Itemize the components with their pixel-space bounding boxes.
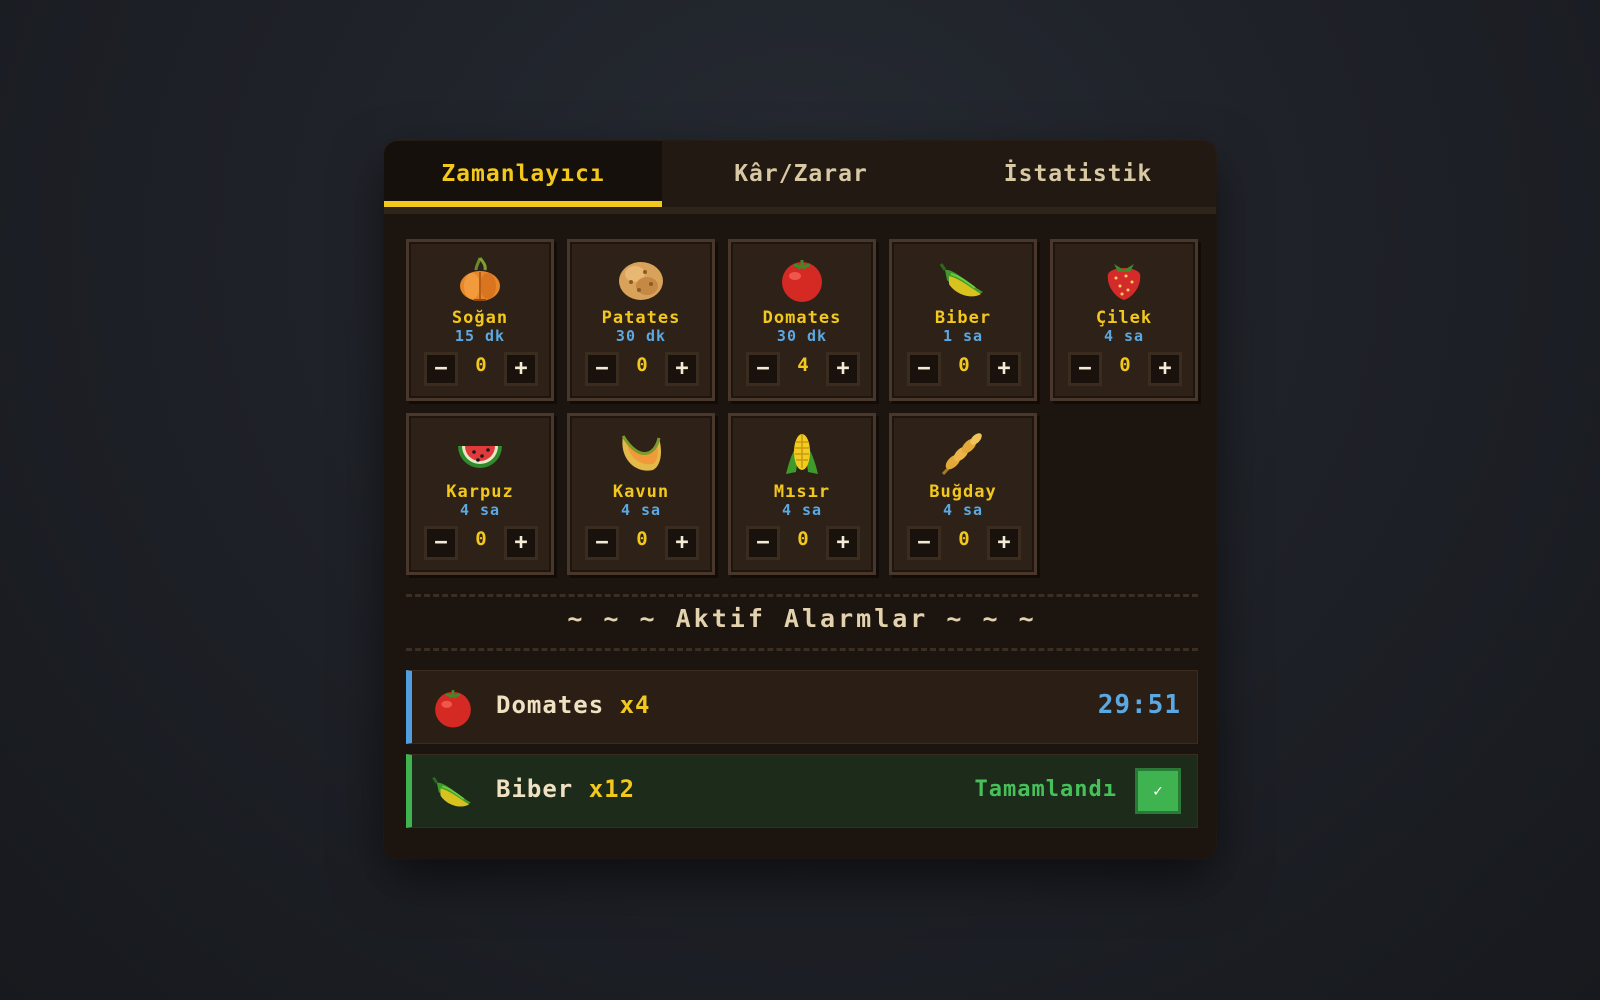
pepper-icon bbox=[935, 254, 991, 304]
crop-name: Mısır bbox=[773, 482, 831, 502]
crop-card-sogan: Soğan 15 dk − 0 + bbox=[406, 239, 554, 401]
crop-timer-panel: Zamanlayıcı Kâr/Zarar İstatistik Soğan 1… bbox=[384, 141, 1216, 859]
onion-icon bbox=[452, 254, 508, 304]
crop-duration: 4 sa bbox=[942, 501, 984, 519]
crop-duration: 30 dk bbox=[776, 327, 828, 345]
alarm-label: Biber x12 bbox=[496, 775, 635, 803]
decrement-button[interactable]: − bbox=[907, 352, 941, 386]
crop-stepper: − 0 + bbox=[1068, 352, 1183, 390]
increment-button[interactable]: + bbox=[504, 352, 538, 386]
crop-duration: 4 sa bbox=[620, 501, 662, 519]
crop-duration: 4 sa bbox=[459, 501, 501, 519]
crop-duration: 15 dk bbox=[454, 327, 506, 345]
crop-card-karpuz: Karpuz 4 sa − 0 + bbox=[406, 413, 554, 575]
crop-duration: 30 dk bbox=[615, 327, 667, 345]
crop-name: Domates bbox=[762, 308, 842, 328]
crop-card-misir: Mısır 4 sa − 0 + bbox=[728, 413, 876, 575]
decrement-button[interactable]: − bbox=[1068, 352, 1102, 386]
crop-duration: 4 sa bbox=[1103, 327, 1145, 345]
crop-count: 0 bbox=[475, 354, 487, 376]
crop-card-kavun: Kavun 4 sa − 0 + bbox=[567, 413, 715, 575]
crop-card-bugday: Buğday 4 sa − 0 + bbox=[889, 413, 1037, 575]
crop-duration: 4 sa bbox=[781, 501, 823, 519]
melon-icon bbox=[613, 428, 669, 478]
crop-count: 4 bbox=[797, 354, 809, 376]
decrement-button[interactable]: − bbox=[424, 352, 458, 386]
alarm-row-completed: Biber x12 Tamamlandı ✓ bbox=[406, 754, 1198, 828]
decrement-button[interactable]: − bbox=[907, 526, 941, 560]
crop-card-cilek: Çilek 4 sa − 0 + bbox=[1050, 239, 1198, 401]
tomato-icon bbox=[428, 683, 478, 731]
crop-count: 0 bbox=[797, 528, 809, 550]
crop-count: 0 bbox=[1119, 354, 1131, 376]
crop-name: Çilek bbox=[1095, 308, 1153, 328]
crop-count: 0 bbox=[958, 354, 970, 376]
alarm-countdown: 29:51 bbox=[1097, 690, 1181, 720]
increment-button[interactable]: + bbox=[987, 352, 1021, 386]
crop-stepper: − 0 + bbox=[585, 352, 700, 390]
tab-profit-loss[interactable]: Kâr/Zarar bbox=[662, 141, 940, 207]
crop-stepper: − 0 + bbox=[424, 352, 539, 390]
decrement-button[interactable]: − bbox=[585, 352, 619, 386]
active-alarms-title: ~ ~ ~ Aktif Alarmlar ~ ~ ~ bbox=[567, 604, 1037, 633]
crop-stepper: − 0 + bbox=[907, 526, 1022, 564]
pepper-icon bbox=[428, 767, 478, 815]
alarm-label: Domates x4 bbox=[496, 691, 651, 719]
crop-count: 0 bbox=[475, 528, 487, 550]
crop-stepper: − 0 + bbox=[424, 526, 539, 564]
increment-button[interactable]: + bbox=[826, 526, 860, 560]
alarm-quantity: x12 bbox=[588, 775, 636, 803]
decrement-button[interactable]: − bbox=[585, 526, 619, 560]
watermelon-icon bbox=[452, 428, 508, 478]
crop-card-biber: Biber 1 sa − 0 + bbox=[889, 239, 1037, 401]
tab-timer[interactable]: Zamanlayıcı bbox=[384, 141, 662, 207]
crop-stepper: − 0 + bbox=[907, 352, 1022, 390]
increment-button[interactable]: + bbox=[1148, 352, 1182, 386]
decrement-button[interactable]: − bbox=[746, 526, 780, 560]
crop-stepper: − 4 + bbox=[746, 352, 861, 390]
alarm-crop-name: Biber bbox=[496, 775, 574, 803]
crop-name: Biber bbox=[934, 308, 992, 328]
decrement-button[interactable]: − bbox=[746, 352, 780, 386]
crop-stepper: − 0 + bbox=[585, 526, 700, 564]
crop-card-patates: Patates 30 dk − 0 + bbox=[567, 239, 715, 401]
alarm-status: Tamamlandı bbox=[974, 777, 1117, 802]
crop-count: 0 bbox=[636, 354, 648, 376]
tab-statistics[interactable]: İstatistik bbox=[940, 141, 1216, 207]
alarm-crop-name: Domates bbox=[496, 691, 605, 719]
crop-duration: 1 sa bbox=[942, 327, 984, 345]
crop-name: Karpuz bbox=[446, 482, 514, 502]
crop-stepper: − 0 + bbox=[746, 526, 861, 564]
potato-icon bbox=[613, 254, 669, 304]
alarm-quantity: x4 bbox=[619, 691, 651, 719]
dismiss-check-button[interactable]: ✓ bbox=[1135, 768, 1181, 814]
crop-count: 0 bbox=[636, 528, 648, 550]
crop-name: Buğday bbox=[929, 482, 997, 502]
increment-button[interactable]: + bbox=[987, 526, 1021, 560]
decrement-button[interactable]: − bbox=[424, 526, 458, 560]
tab-bar: Zamanlayıcı Kâr/Zarar İstatistik bbox=[384, 141, 1216, 214]
crop-name: Patates bbox=[601, 308, 681, 328]
increment-button[interactable]: + bbox=[665, 352, 699, 386]
increment-button[interactable]: + bbox=[665, 526, 699, 560]
section-divider-bottom bbox=[406, 648, 1198, 651]
tomato-icon bbox=[774, 254, 830, 304]
crop-count: 0 bbox=[958, 528, 970, 550]
crop-name: Soğan bbox=[451, 308, 509, 328]
corn-icon bbox=[774, 428, 830, 478]
wheat-icon bbox=[935, 428, 991, 478]
strawberry-icon bbox=[1096, 254, 1152, 304]
crop-card-domates: Domates 30 dk − 4 + bbox=[728, 239, 876, 401]
section-divider-top bbox=[406, 594, 1198, 597]
alarm-row-active: Domates x4 29:51 bbox=[406, 670, 1198, 744]
increment-button[interactable]: + bbox=[826, 352, 860, 386]
crop-name: Kavun bbox=[612, 482, 670, 502]
increment-button[interactable]: + bbox=[504, 526, 538, 560]
